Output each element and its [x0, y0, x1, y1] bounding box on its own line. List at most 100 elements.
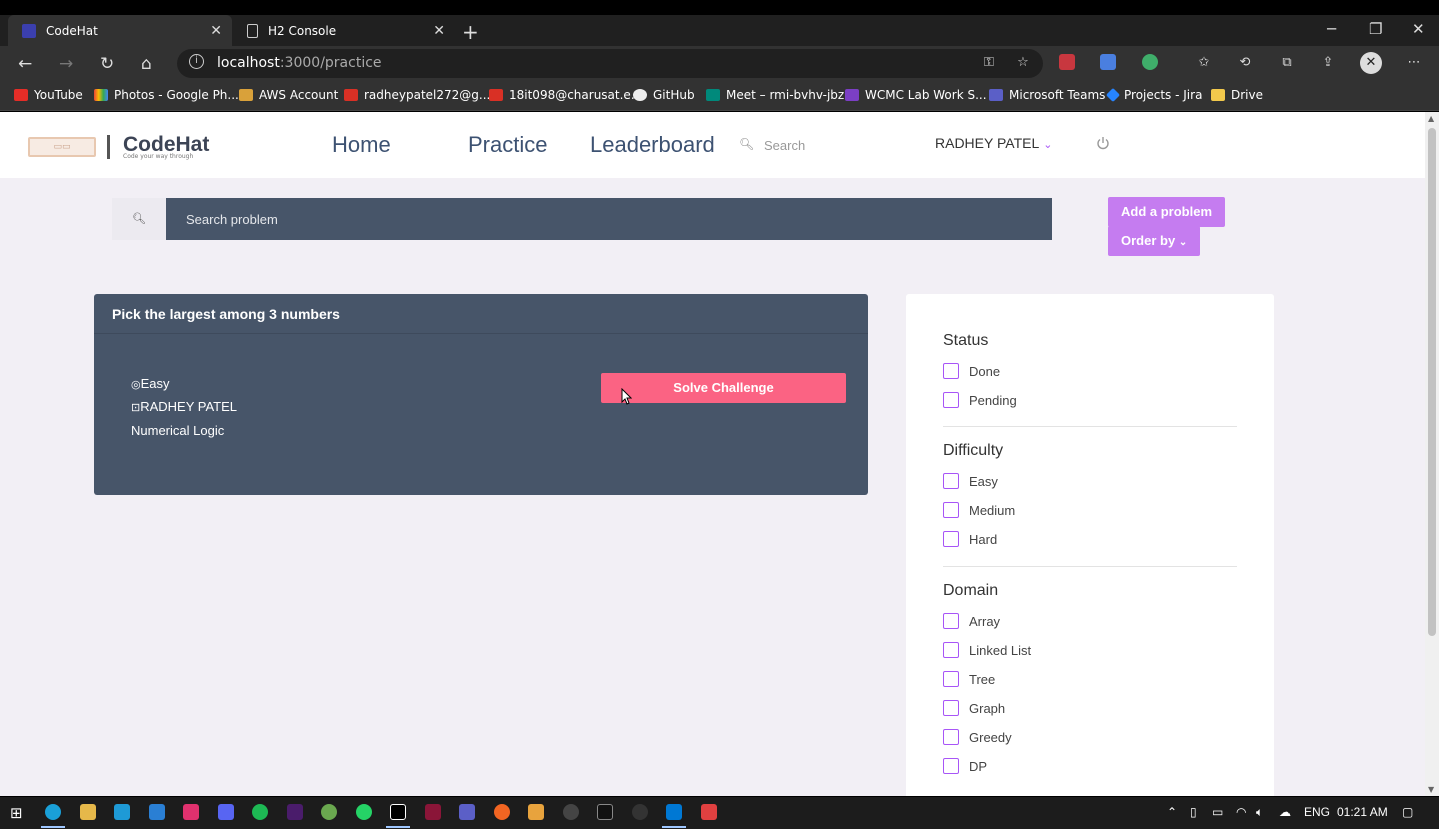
scrollbar-thumb[interactable] — [1428, 128, 1436, 636]
favorites-icon[interactable]: ✩ — [1195, 54, 1213, 72]
filter-difficulty-easy[interactable]: Easy — [943, 473, 998, 489]
volume-icon[interactable]: 🔈︎ — [1256, 805, 1263, 820]
checkbox[interactable] — [943, 642, 959, 658]
battery-icon[interactable]: ▭ — [1212, 805, 1223, 819]
whatsapp-icon[interactable] — [356, 804, 372, 820]
app-icon[interactable] — [701, 804, 717, 820]
nav-practice[interactable]: Practice — [468, 132, 547, 158]
filter-status-done[interactable]: Done — [943, 363, 1000, 379]
checkbox[interactable] — [943, 700, 959, 716]
media-icon[interactable] — [183, 804, 199, 820]
checkbox[interactable] — [943, 473, 959, 489]
address-bar[interactable]: i localhost:3000/practice ⚿ ☆ — [177, 49, 1043, 78]
new-tab-icon[interactable]: + — [462, 20, 479, 44]
reload-icon[interactable]: ↻ — [100, 54, 114, 74]
app-icon[interactable] — [114, 804, 130, 820]
scroll-down-icon[interactable]: ▼ — [1428, 785, 1434, 794]
language-indicator[interactable]: ENG — [1304, 805, 1330, 819]
user-menu[interactable]: RADHEY PATEL ⌄ — [935, 135, 1052, 151]
checkbox[interactable] — [943, 671, 959, 687]
checkbox[interactable] — [943, 531, 959, 547]
bookmark-jira[interactable]: Projects - Jira — [1105, 87, 1202, 103]
bookmark-aws[interactable]: AWS Account — [239, 88, 338, 102]
tab-codehat[interactable]: CodeHat ✕ — [8, 15, 232, 46]
share-icon[interactable]: ⇪ — [1319, 54, 1337, 72]
more-icon[interactable]: ⋯ — [1405, 54, 1423, 72]
bookmark-meet[interactable]: Meet – rmi-bvhv-jbz — [706, 88, 844, 102]
discord-icon[interactable] — [218, 804, 234, 820]
postman-icon[interactable] — [494, 804, 510, 820]
page-scrollbar[interactable]: ▲ ▼ — [1425, 112, 1439, 796]
checkbox[interactable] — [943, 613, 959, 629]
bookmark-teams[interactable]: Microsoft Teams — [989, 88, 1105, 102]
problem-search-input[interactable] — [166, 198, 1052, 240]
bookmark-drive[interactable]: Drive — [1211, 88, 1263, 102]
store-icon[interactable] — [149, 804, 165, 820]
nav-home[interactable]: Home — [332, 132, 391, 158]
app-icon[interactable] — [425, 804, 441, 820]
filter-status-pending[interactable]: Pending — [943, 392, 1017, 408]
problem-search-icon[interactable]: 🔍︎ — [112, 198, 166, 240]
checkbox[interactable] — [943, 502, 959, 518]
bookmark-github[interactable]: GitHub — [633, 88, 695, 102]
home-icon[interactable]: ⌂ — [141, 54, 152, 74]
github-desktop-icon[interactable] — [632, 804, 648, 820]
premiere-icon[interactable] — [287, 804, 303, 820]
extension-icon[interactable] — [1059, 54, 1075, 70]
checkbox[interactable] — [943, 758, 959, 774]
restore-icon[interactable]: ❐ — [1369, 20, 1382, 38]
header-search-input[interactable] — [764, 134, 914, 156]
collections-icon[interactable]: ⧉ — [1278, 54, 1296, 72]
history-icon[interactable]: ⟲ — [1236, 54, 1254, 72]
bookmark-wcmc[interactable]: WCMC Lab Work S... — [845, 88, 987, 102]
forward-icon[interactable]: → — [59, 54, 73, 74]
nav-leaderboard[interactable]: Leaderboard — [590, 132, 715, 158]
intellij-icon[interactable] — [390, 804, 406, 820]
profile-avatar-icon[interactable]: ✕ — [1360, 52, 1382, 74]
add-problem-button[interactable]: Add a problem — [1108, 197, 1226, 227]
bookmark-gmail[interactable]: 18it098@charusat.e... — [489, 88, 642, 102]
filter-domain-dp[interactable]: DP — [943, 758, 987, 774]
info-icon[interactable]: i — [189, 54, 204, 69]
edge-icon[interactable] — [45, 804, 61, 820]
terminal-icon[interactable] — [597, 804, 613, 820]
extension-icon[interactable] — [1142, 54, 1158, 70]
logo-image[interactable]: ▭▭ — [28, 137, 96, 157]
checkbox[interactable] — [943, 392, 959, 408]
vscode-icon[interactable] — [666, 804, 682, 820]
scroll-up-icon[interactable]: ▲ — [1428, 114, 1434, 123]
windows-start-icon[interactable]: ⊞ — [10, 804, 26, 822]
clock[interactable]: 01:21 AM — [1337, 805, 1388, 819]
power-icon[interactable] — [1096, 136, 1110, 150]
teams-icon[interactable] — [459, 804, 475, 820]
close-icon[interactable]: ✕ — [433, 23, 445, 39]
filter-domain-array[interactable]: Array — [943, 613, 1000, 629]
filter-domain-greedy[interactable]: Greedy — [943, 729, 1012, 745]
filter-difficulty-hard[interactable]: Hard — [943, 531, 997, 547]
file-explorer-icon[interactable] — [80, 804, 96, 820]
filter-domain-graph[interactable]: Graph — [943, 700, 1005, 716]
device-icon[interactable]: ▯ — [1190, 805, 1197, 819]
tab-h2-console[interactable]: H2 Console ✕ — [233, 15, 455, 46]
app-icon[interactable] — [563, 804, 579, 820]
checkbox[interactable] — [943, 729, 959, 745]
checkbox[interactable] — [943, 363, 959, 379]
key-icon[interactable]: ⚿ — [980, 54, 998, 72]
back-icon[interactable]: ← — [18, 54, 32, 74]
window-close-icon[interactable]: ✕ — [1412, 20, 1425, 38]
filter-domain-tree[interactable]: Tree — [943, 671, 995, 687]
cloud-icon[interactable]: ☁ — [1279, 805, 1291, 819]
favorite-add-icon[interactable]: ☆ — [1014, 54, 1032, 72]
solve-challenge-button[interactable]: Solve Challenge — [601, 373, 846, 403]
chevron-up-icon[interactable]: ⌃ — [1167, 805, 1177, 819]
bookmark-gmail[interactable]: radheypatel272@g... — [344, 88, 490, 102]
bookmark-photos[interactable]: Photos - Google Ph... — [94, 88, 239, 102]
bookmark-youtube[interactable]: YouTube — [14, 88, 83, 102]
filter-difficulty-medium[interactable]: Medium — [943, 502, 1015, 518]
translate-icon[interactable] — [1100, 54, 1116, 70]
notifications-icon[interactable]: ▢ — [1402, 805, 1413, 819]
spotify-icon[interactable] — [252, 804, 268, 820]
wifi-icon[interactable]: ◠ — [1236, 805, 1246, 819]
app-icon[interactable] — [321, 804, 337, 820]
app-icon[interactable] — [528, 804, 544, 820]
